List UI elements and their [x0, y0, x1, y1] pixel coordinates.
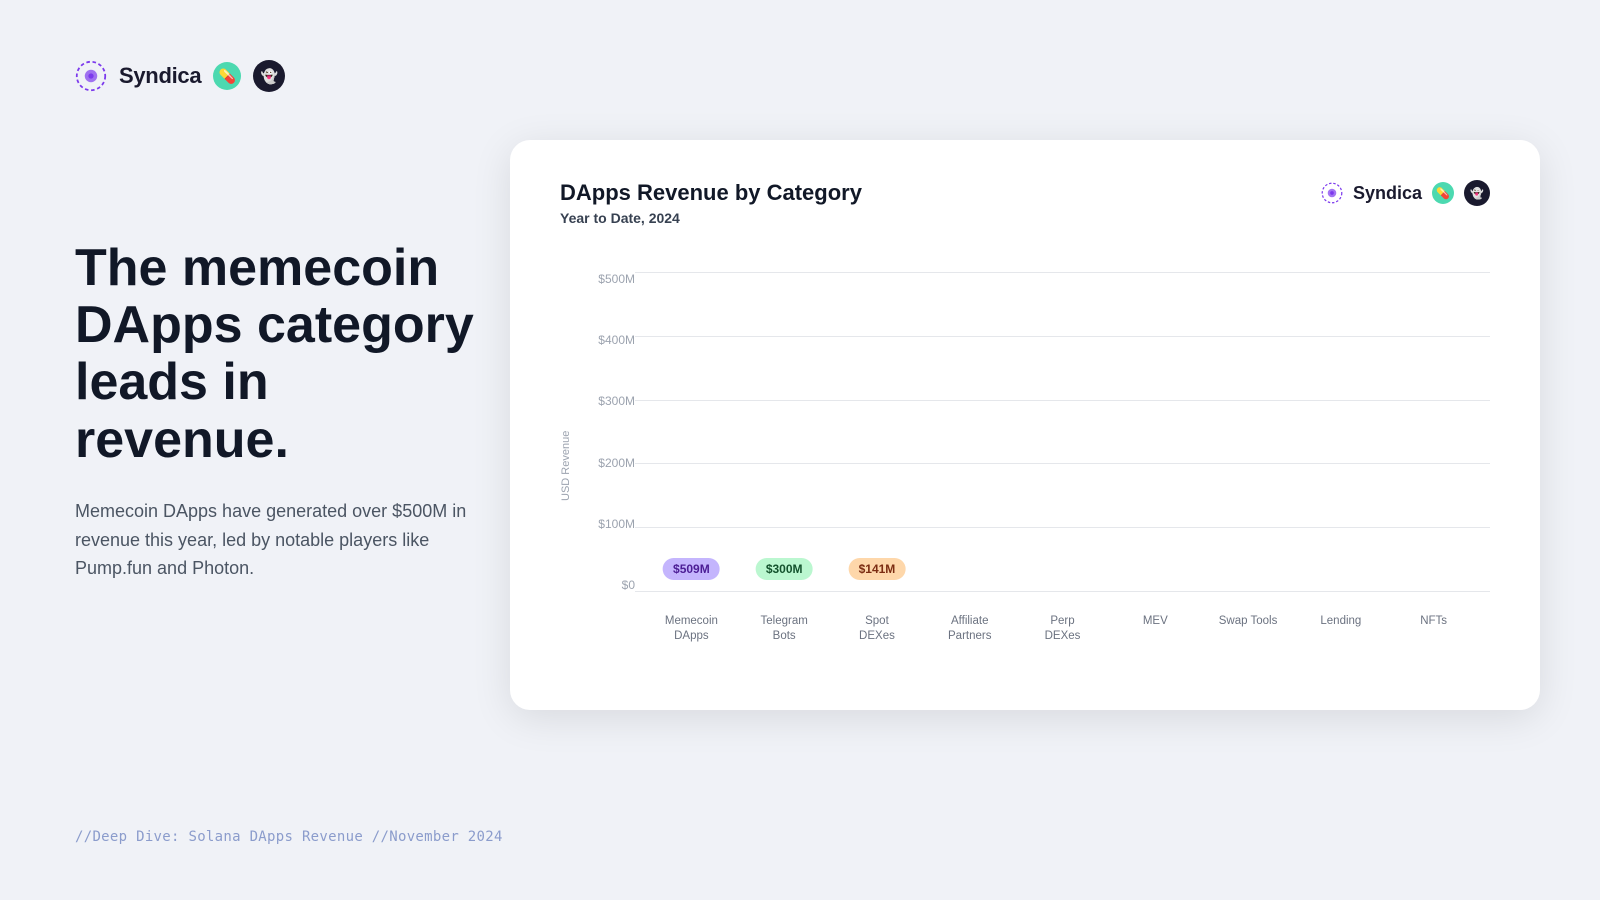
- main-heading: The memecoin DApps category leads in rev…: [75, 240, 495, 469]
- y-label-400: $400M: [580, 333, 635, 347]
- chart-subtitle: Year to Date, 2024: [560, 210, 862, 226]
- bars-container: $509M $300M $141M: [635, 272, 1490, 592]
- x-label-perp: PerpDEXes: [1016, 614, 1109, 644]
- chart-inner: $509M $300M $141M: [635, 254, 1490, 644]
- footer-text: //Deep Dive: Solana DApps Revenue //Nove…: [75, 829, 503, 845]
- y-label-100: $100M: [580, 517, 635, 531]
- x-label-swap: Swap Tools: [1202, 614, 1295, 644]
- bar-bubble-spot: $141M: [849, 558, 906, 580]
- y-axis-labels: $500M $400M $300M $200M $100M $0: [580, 254, 635, 644]
- y-label-500: $500M: [580, 272, 635, 286]
- chart-header: DApps Revenue by Category Year to Date, …: [560, 180, 1490, 226]
- ghost-icon: 👻: [253, 60, 285, 92]
- bar-bubble-telegram: $300M: [756, 558, 813, 580]
- bar-bubble-memecoin: $509M: [663, 558, 720, 580]
- x-label-lending: Lending: [1294, 614, 1387, 644]
- chart-titles: DApps Revenue by Category Year to Date, …: [560, 180, 862, 226]
- sub-text: Memecoin DApps have generated over $500M…: [75, 497, 495, 583]
- chart-logo-area: Syndica 💊 👻: [1321, 180, 1490, 206]
- chart-ghost-icon: 👻: [1464, 180, 1490, 206]
- chart-syndica-logo-icon: [1321, 182, 1343, 204]
- x-label-memecoin: MemecoinDApps: [645, 614, 738, 644]
- x-labels: MemecoinDApps TelegramBots SpotDEXes Aff…: [635, 614, 1490, 644]
- y-label-0: $0: [580, 578, 635, 592]
- chart-card: DApps Revenue by Category Year to Date, …: [510, 140, 1540, 710]
- syndica-logo-icon: [75, 60, 107, 92]
- x-label-mev: MEV: [1109, 614, 1202, 644]
- chart-title: DApps Revenue by Category: [560, 180, 862, 206]
- x-label-telegram: TelegramBots: [738, 614, 831, 644]
- x-label-nfts: NFTs: [1387, 614, 1480, 644]
- x-label-spot: SpotDEXes: [831, 614, 924, 644]
- chart-pill-icon: 💊: [1432, 182, 1454, 204]
- x-label-affiliate: AffiliatePartners: [923, 614, 1016, 644]
- left-content: The memecoin DApps category leads in rev…: [75, 240, 495, 583]
- logo-text: Syndica: [119, 63, 201, 89]
- pill-icon: 💊: [213, 62, 241, 90]
- y-label-300: $300M: [580, 394, 635, 408]
- header: Syndica 💊 👻: [75, 60, 285, 92]
- chart-area: USD Revenue $500M $400M $300M $200M $100…: [560, 254, 1490, 644]
- y-axis-title: USD Revenue: [560, 254, 580, 644]
- y-label-200: $200M: [580, 456, 635, 470]
- chart-logo-text: Syndica: [1353, 183, 1422, 204]
